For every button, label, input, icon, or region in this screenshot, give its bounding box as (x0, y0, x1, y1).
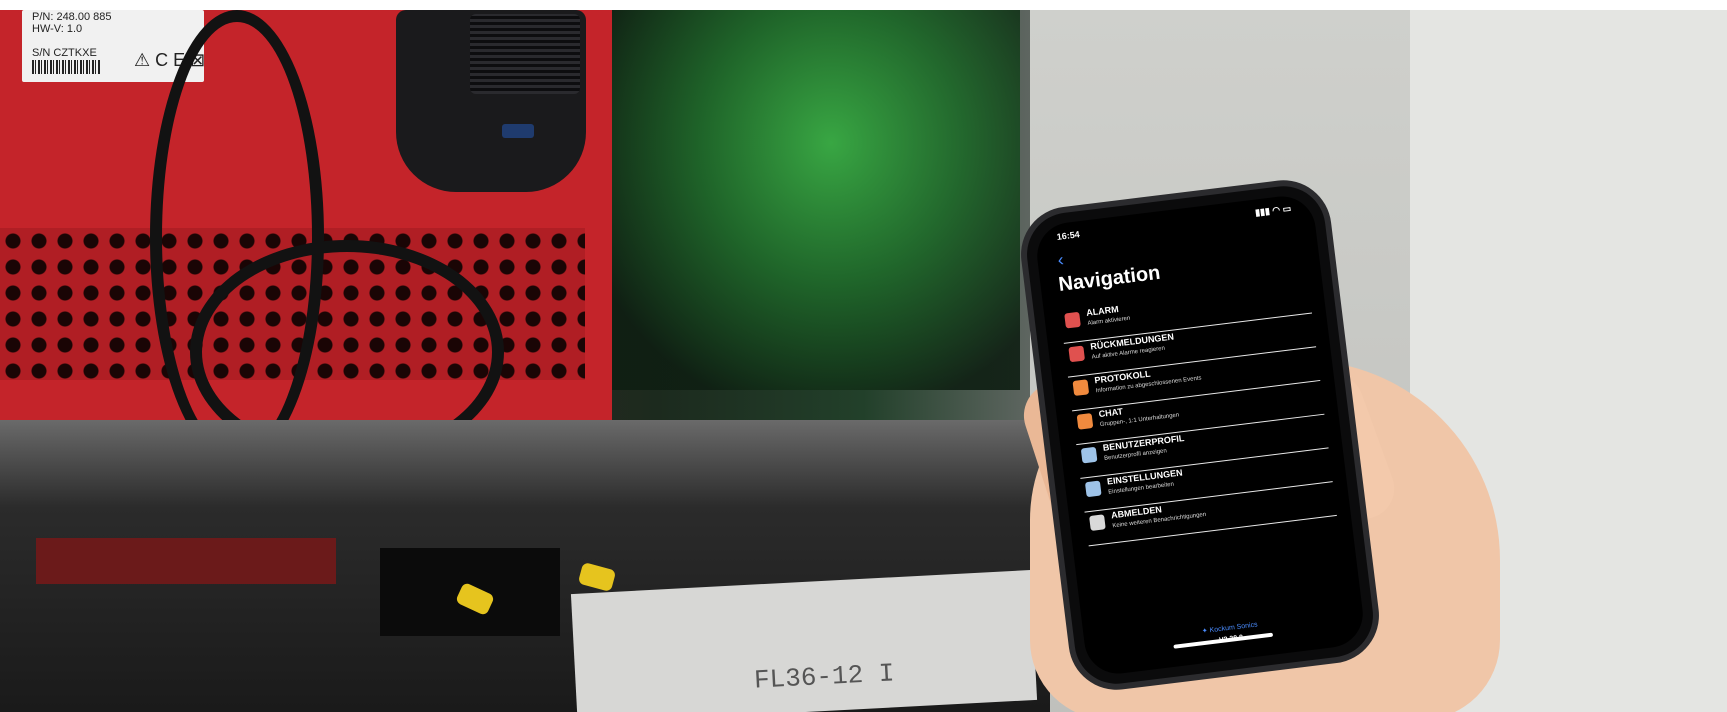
settings-icon (1084, 480, 1102, 498)
phone-screen: 16:54 ▮▮▮ ◠ ▭ ‹ Navigation ALARM Alarm a… (1033, 192, 1367, 678)
smartphone: 16:54 ▮▮▮ ◠ ▭ ‹ Navigation ALARM Alarm a… (1022, 181, 1378, 689)
barcode (32, 60, 100, 74)
navigation-menu: ALARM Alarm aktivieren RÜCKMELDUNGEN Auf… (1059, 279, 1337, 644)
back-chevron-icon[interactable]: ‹ (1056, 249, 1065, 271)
signal-wifi-battery-icon: ▮▮▮ ◠ ▭ (1254, 203, 1292, 218)
top-border (0, 0, 1727, 10)
shelf-red-rail (36, 538, 336, 584)
log-icon (1072, 379, 1090, 397)
menu-item-label: ALARM (1085, 304, 1120, 318)
status-time: 16:54 (1056, 229, 1081, 242)
microphone-grill (470, 14, 580, 94)
sticker-serial-number: S/N CZTKXE (32, 47, 97, 59)
photo-scene: P/N: 248.00 885 HW-V: 1.0 S/N CZTKXE ⚠ C… (0, 0, 1727, 712)
warning-icon (1068, 345, 1086, 363)
logout-icon (1089, 514, 1106, 532)
sticker-hardware-version: HW-V: 1.0 (32, 23, 83, 35)
menu-item-subtitle: Alarm aktivieren (1087, 315, 1131, 327)
green-equipment-glow (600, 10, 1020, 390)
alarm-icon (1064, 311, 1081, 329)
user-icon (1080, 446, 1098, 464)
chat-icon (1076, 413, 1094, 430)
page-title: Navigation (1057, 261, 1162, 297)
microphone-led (502, 124, 534, 138)
menu-item-label: CHAT (1098, 406, 1124, 420)
